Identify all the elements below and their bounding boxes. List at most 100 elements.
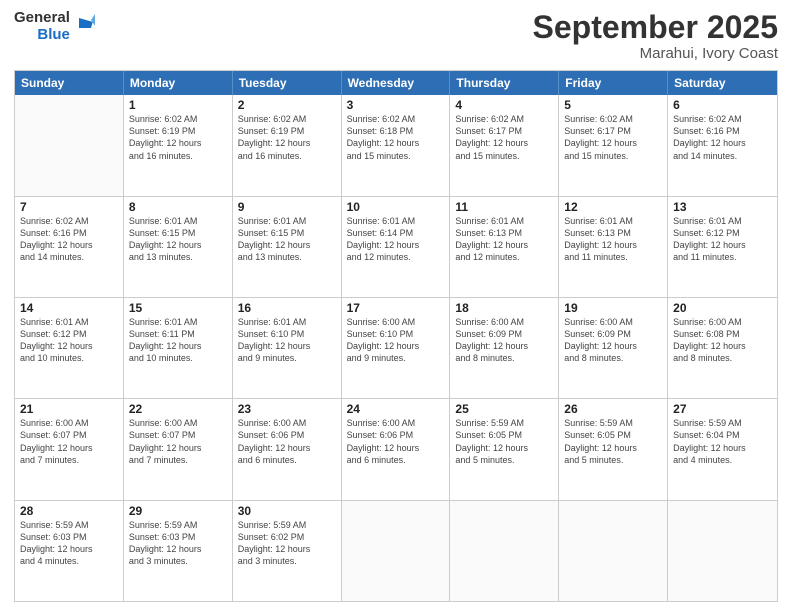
calendar-cell: 1Sunrise: 6:02 AM Sunset: 6:19 PM Daylig… — [124, 95, 233, 195]
calendar-cell: 3Sunrise: 6:02 AM Sunset: 6:18 PM Daylig… — [342, 95, 451, 195]
day-info: Sunrise: 6:02 AM Sunset: 6:17 PM Dayligh… — [455, 113, 553, 162]
day-info: Sunrise: 6:00 AM Sunset: 6:08 PM Dayligh… — [673, 316, 772, 365]
header-sunday: Sunday — [15, 71, 124, 95]
calendar-cell — [559, 501, 668, 601]
calendar-cell: 10Sunrise: 6:01 AM Sunset: 6:14 PM Dayli… — [342, 197, 451, 297]
calendar-cell — [342, 501, 451, 601]
day-number: 29 — [129, 504, 227, 518]
day-number: 22 — [129, 402, 227, 416]
calendar-cell: 25Sunrise: 5:59 AM Sunset: 6:05 PM Dayli… — [450, 399, 559, 499]
calendar-cell: 2Sunrise: 6:02 AM Sunset: 6:19 PM Daylig… — [233, 95, 342, 195]
day-number: 18 — [455, 301, 553, 315]
logo-blue-text: Blue — [37, 27, 70, 44]
calendar-cell: 6Sunrise: 6:02 AM Sunset: 6:16 PM Daylig… — [668, 95, 777, 195]
calendar-cell: 16Sunrise: 6:01 AM Sunset: 6:10 PM Dayli… — [233, 298, 342, 398]
day-number: 13 — [673, 200, 772, 214]
logo-bird-icon — [73, 14, 95, 40]
calendar-body: 1Sunrise: 6:02 AM Sunset: 6:19 PM Daylig… — [15, 95, 777, 601]
day-info: Sunrise: 6:01 AM Sunset: 6:15 PM Dayligh… — [129, 215, 227, 264]
calendar-cell: 7Sunrise: 6:02 AM Sunset: 6:16 PM Daylig… — [15, 197, 124, 297]
day-number: 8 — [129, 200, 227, 214]
day-number: 30 — [238, 504, 336, 518]
calendar-week-5: 28 Sunrise: 5:59 AM Sunset: 6:03 PM Dayli… — [15, 500, 777, 601]
calendar-cell: 30Sunrise: 5:59 AM Sunset: 6:02 PM Dayli… — [233, 501, 342, 601]
title-block: September 2025 Marahui, Ivory Coast — [533, 10, 778, 62]
day-number: 10 — [347, 200, 445, 214]
day-number: 4 — [455, 98, 553, 112]
day-number: 28 — [20, 504, 118, 518]
header-tuesday: Tuesday — [233, 71, 342, 95]
calendar-week-2: 7Sunrise: 6:02 AM Sunset: 6:16 PM Daylig… — [15, 196, 777, 297]
calendar-cell: 4Sunrise: 6:02 AM Sunset: 6:17 PM Daylig… — [450, 95, 559, 195]
day-info: Sunrise: 6:01 AM Sunset: 6:12 PM Dayligh… — [673, 215, 772, 264]
day-info: Sunrise: 6:01 AM Sunset: 6:15 PM Dayligh… — [238, 215, 336, 264]
calendar-cell: 23Sunrise: 6:00 AM Sunset: 6:06 PM Dayli… — [233, 399, 342, 499]
calendar-cell: 27Sunrise: 5:59 AM Sunset: 6:04 PM Dayli… — [668, 399, 777, 499]
header-wednesday: Wednesday — [342, 71, 451, 95]
day-info: Sunrise: 6:01 AM Sunset: 6:14 PM Dayligh… — [347, 215, 445, 264]
day-number: 2 — [238, 98, 336, 112]
day-info: Sunrise: 6:02 AM Sunset: 6:19 PM Dayligh… — [129, 113, 227, 162]
calendar-cell: 19Sunrise: 6:00 AM Sunset: 6:09 PM Dayli… — [559, 298, 668, 398]
day-info: Sunrise: 6:02 AM Sunset: 6:18 PM Dayligh… — [347, 113, 445, 162]
day-info: Sunrise: 5:59 AM Sunset: 6:05 PM Dayligh… — [564, 417, 662, 466]
calendar-cell: 21Sunrise: 6:00 AM Sunset: 6:07 PM Dayli… — [15, 399, 124, 499]
calendar-cell: 28Sunrise: 5:59 AM Sunset: 6:03 PM Dayli… — [15, 501, 124, 601]
day-number: 26 — [564, 402, 662, 416]
calendar-cell: 9Sunrise: 6:01 AM Sunset: 6:15 PM Daylig… — [233, 197, 342, 297]
calendar-cell: 11Sunrise: 6:01 AM Sunset: 6:13 PM Dayli… — [450, 197, 559, 297]
calendar: Sunday Monday Tuesday Wednesday Thursday… — [14, 70, 778, 602]
calendar-week-3: 14Sunrise: 6:01 AM Sunset: 6:12 PM Dayli… — [15, 297, 777, 398]
day-number: 7 — [20, 200, 118, 214]
day-info: Sunrise: 6:01 AM Sunset: 6:11 PM Dayligh… — [129, 316, 227, 365]
calendar-cell: 8Sunrise: 6:01 AM Sunset: 6:15 PM Daylig… — [124, 197, 233, 297]
calendar-cell: 17Sunrise: 6:00 AM Sunset: 6:10 PM Dayli… — [342, 298, 451, 398]
calendar-cell — [668, 501, 777, 601]
day-number: 12 — [564, 200, 662, 214]
day-info: Sunrise: 6:00 AM Sunset: 6:07 PM Dayligh… — [129, 417, 227, 466]
day-number: 1 — [129, 98, 227, 112]
day-info: Sunrise: 5:59 AM Sunset: 6:04 PM Dayligh… — [673, 417, 772, 466]
header-monday: Monday — [124, 71, 233, 95]
day-number: 20 — [673, 301, 772, 315]
calendar-cell — [450, 501, 559, 601]
day-info: Sunrise: 6:01 AM Sunset: 6:10 PM Dayligh… — [238, 316, 336, 365]
day-number: 6 — [673, 98, 772, 112]
calendar-cell — [15, 95, 124, 195]
day-number: 3 — [347, 98, 445, 112]
day-info: Sunrise: 5:59 AM Sunset: 6:03 PM Dayligh… — [129, 519, 227, 568]
calendar-cell: 26Sunrise: 5:59 AM Sunset: 6:05 PM Dayli… — [559, 399, 668, 499]
calendar-cell: 12Sunrise: 6:01 AM Sunset: 6:13 PM Dayli… — [559, 197, 668, 297]
calendar-cell: 13Sunrise: 6:01 AM Sunset: 6:12 PM Dayli… — [668, 197, 777, 297]
day-info: Sunrise: 5:59 AM Sunset: 6:05 PM Dayligh… — [455, 417, 553, 466]
day-number: 19 — [564, 301, 662, 315]
calendar-cell: 5Sunrise: 6:02 AM Sunset: 6:17 PM Daylig… — [559, 95, 668, 195]
calendar-week-4: 21Sunrise: 6:00 AM Sunset: 6:07 PM Dayli… — [15, 398, 777, 499]
day-number: 15 — [129, 301, 227, 315]
calendar-cell: 14Sunrise: 6:01 AM Sunset: 6:12 PM Dayli… — [15, 298, 124, 398]
header-saturday: Saturday — [668, 71, 777, 95]
day-info: Sunrise: 6:00 AM Sunset: 6:10 PM Dayligh… — [347, 316, 445, 365]
day-info: Sunrise: 6:02 AM Sunset: 6:16 PM Dayligh… — [673, 113, 772, 162]
day-number: 11 — [455, 200, 553, 214]
header-thursday: Thursday — [450, 71, 559, 95]
calendar-cell: 29Sunrise: 5:59 AM Sunset: 6:03 PM Dayli… — [124, 501, 233, 601]
calendar-cell: 15Sunrise: 6:01 AM Sunset: 6:11 PM Dayli… — [124, 298, 233, 398]
location: Marahui, Ivory Coast — [533, 45, 778, 62]
calendar-header: Sunday Monday Tuesday Wednesday Thursday… — [15, 71, 777, 95]
day-info: Sunrise: 6:00 AM Sunset: 6:09 PM Dayligh… — [564, 316, 662, 365]
calendar-cell: 18Sunrise: 6:00 AM Sunset: 6:09 PM Dayli… — [450, 298, 559, 398]
day-info: Sunrise: 6:00 AM Sunset: 6:07 PM Dayligh… — [20, 417, 118, 466]
day-info: Sunrise: 5:59 AM Sunset: 6:02 PM Dayligh… — [238, 519, 336, 568]
day-number: 24 — [347, 402, 445, 416]
logo-general-text: General — [14, 10, 70, 27]
calendar-week-1: 1Sunrise: 6:02 AM Sunset: 6:19 PM Daylig… — [15, 95, 777, 195]
day-number: 17 — [347, 301, 445, 315]
day-info: Sunrise: 6:02 AM Sunset: 6:17 PM Dayligh… — [564, 113, 662, 162]
day-info: Sunrise: 6:02 AM Sunset: 6:19 PM Dayligh… — [238, 113, 336, 162]
month-title: September 2025 — [533, 10, 778, 45]
day-number: 21 — [20, 402, 118, 416]
logo: General Blue — [14, 10, 95, 43]
day-info: Sunrise: 6:02 AM Sunset: 6:16 PM Dayligh… — [20, 215, 118, 264]
day-number: 5 — [564, 98, 662, 112]
